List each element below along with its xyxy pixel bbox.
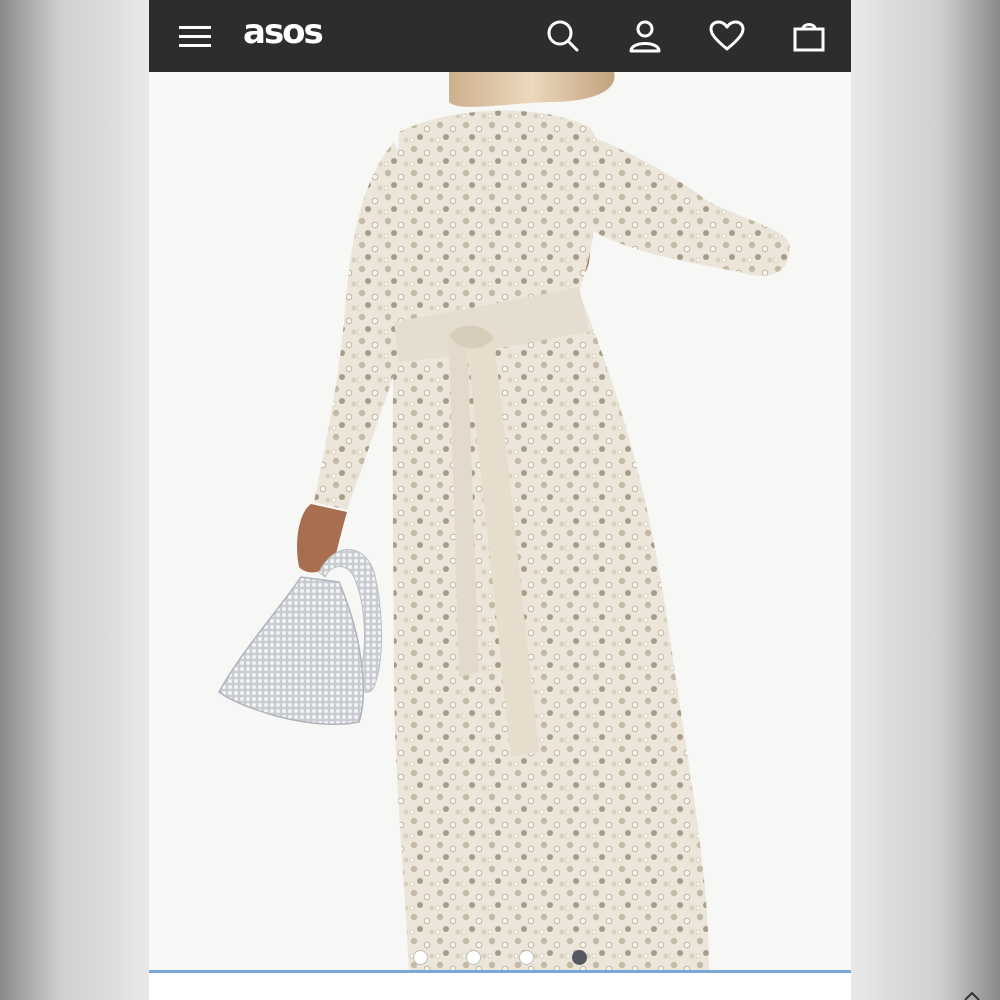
headscarf xyxy=(449,72,615,107)
backdrop-right xyxy=(851,0,1000,1000)
top-nav-bar: asos xyxy=(149,0,851,72)
content-below-fold xyxy=(149,970,851,1000)
carousel-indicators xyxy=(149,950,851,970)
product-image xyxy=(218,72,791,970)
chevron-up-icon[interactable] xyxy=(964,992,980,1000)
bag-button[interactable] xyxy=(787,14,831,58)
menu-button[interactable] xyxy=(173,14,217,58)
saved-items-button[interactable] xyxy=(705,14,749,58)
carousel-dot-1[interactable] xyxy=(413,950,428,965)
carousel-dot-3[interactable] xyxy=(519,950,534,965)
asos-logo[interactable]: asos xyxy=(243,12,324,52)
silver-mesh-bag xyxy=(218,576,364,726)
bag-icon xyxy=(793,23,825,52)
product-image-gallery[interactable] xyxy=(149,72,851,970)
account-button[interactable] xyxy=(623,14,667,58)
search-button[interactable] xyxy=(541,14,585,58)
heart-icon xyxy=(709,20,745,51)
menu-icon xyxy=(179,26,211,47)
backdrop-left xyxy=(0,0,149,1000)
carousel-dot-4-active[interactable] xyxy=(572,950,587,965)
search-icon xyxy=(547,20,579,52)
account-icon xyxy=(629,20,661,53)
carousel-dot-2[interactable] xyxy=(466,950,481,965)
asos-app: asos xyxy=(149,0,851,1000)
